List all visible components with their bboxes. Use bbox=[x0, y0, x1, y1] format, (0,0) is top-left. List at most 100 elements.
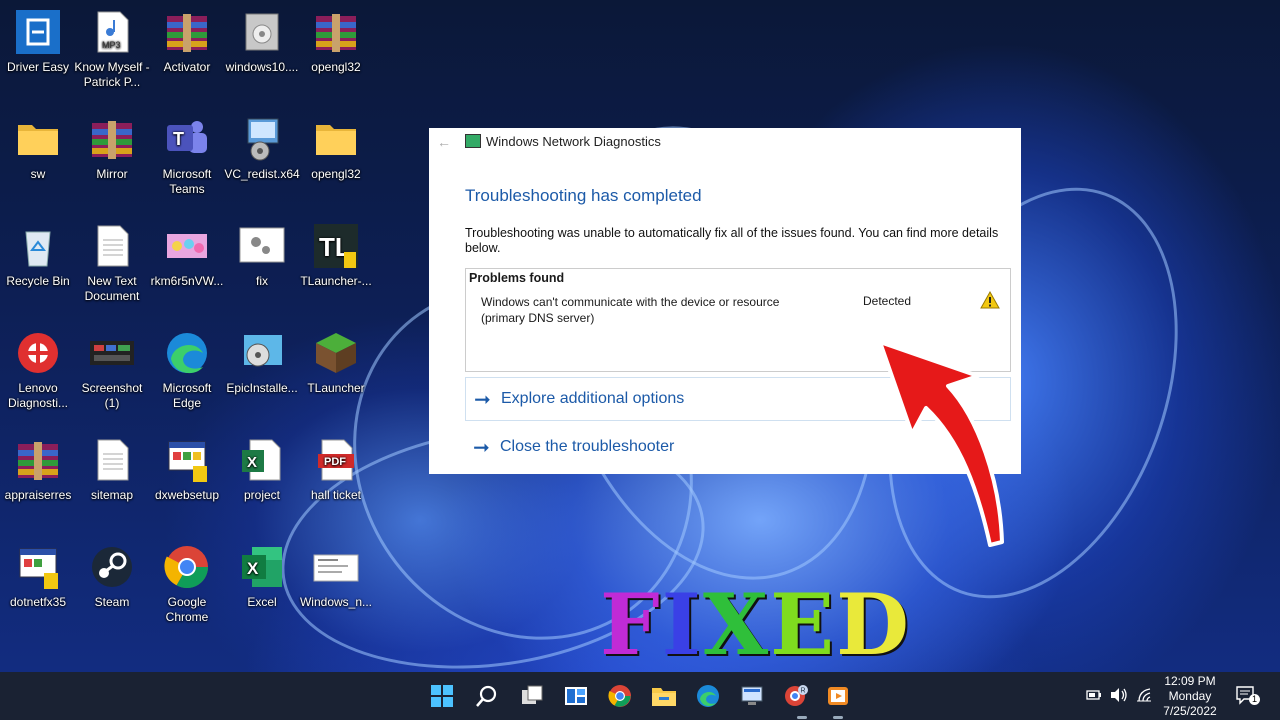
desktop-icon[interactable]: Microsoft Edge bbox=[149, 329, 225, 411]
svg-text:MP3: MP3 bbox=[102, 40, 121, 50]
wifi-icon[interactable] bbox=[1136, 687, 1152, 703]
taskbar-clock[interactable]: 12:09 PM Monday 7/25/2022 bbox=[1158, 674, 1222, 719]
edge-icon[interactable] bbox=[692, 680, 724, 712]
chrome-icon[interactable] bbox=[604, 680, 636, 712]
desktop-icon-label: dxwebsetup bbox=[154, 488, 220, 502]
desktop-icon[interactable]: opengl32 bbox=[298, 8, 374, 75]
desktop-icon[interactable]: sw bbox=[0, 115, 76, 182]
desktop-icon-label: project bbox=[243, 488, 281, 502]
running-indicator bbox=[797, 716, 807, 719]
desktop-icon[interactable]: dotnetfx35 bbox=[0, 543, 76, 610]
clock-day: Monday bbox=[1168, 689, 1212, 703]
desktop-icon[interactable]: Driver Easy bbox=[0, 8, 76, 75]
desktop-icon[interactable]: VC_redist.x64 bbox=[224, 115, 300, 182]
installer-icon bbox=[238, 8, 286, 56]
desktop-icon[interactable]: EpicInstalle... bbox=[224, 329, 300, 396]
desktop-icon[interactable]: Google Chrome bbox=[149, 543, 225, 625]
svg-text:PDF: PDF bbox=[324, 456, 346, 468]
desktop-icon[interactable]: rkm6r5nVW... bbox=[149, 222, 225, 289]
desktop-icon-label: sw bbox=[30, 167, 46, 181]
arrow-right-icon: ➞ bbox=[474, 389, 491, 411]
desktop-icon[interactable]: windows10.... bbox=[224, 8, 300, 75]
screenshot-file-icon bbox=[312, 543, 360, 591]
desktop-icon[interactable]: MP3 Know Myself - Patrick P... bbox=[74, 8, 150, 90]
network-diagnostics-app-icon bbox=[465, 134, 481, 148]
svg-text:X: X bbox=[247, 454, 257, 471]
fixed-letter: D bbox=[836, 575, 911, 674]
fixed-letter: E bbox=[770, 575, 837, 674]
desktop-icon[interactable]: Lenovo Diagnosti... bbox=[0, 329, 76, 411]
notification-count: 1 bbox=[1249, 694, 1260, 705]
desktop-icon-label: Mirror bbox=[96, 167, 128, 181]
edge-icon bbox=[163, 329, 211, 377]
widgets-icon[interactable] bbox=[560, 680, 592, 712]
desktop-icon-label: Steam bbox=[94, 595, 130, 609]
start-icon[interactable] bbox=[426, 680, 458, 712]
desktop-icon-label: Microsoft Edge bbox=[162, 381, 212, 410]
tlauncher-installer-icon: TL bbox=[312, 222, 360, 270]
desktop-icon[interactable]: TLauncher bbox=[298, 329, 374, 396]
network-diagnostics-icon[interactable] bbox=[736, 680, 768, 712]
desktop-icon-label: Activator bbox=[163, 60, 211, 74]
desktop-icon[interactable]: New Text Document bbox=[74, 222, 150, 304]
desktop-icon[interactable]: Activator bbox=[149, 8, 225, 75]
desktop-icon-label: New Text Document bbox=[84, 274, 140, 303]
problems-found-header: Problems found bbox=[469, 271, 565, 285]
excel-icon: X bbox=[238, 543, 286, 591]
desktop-icon[interactable]: opengl32 bbox=[298, 115, 374, 182]
pdf-file-icon: PDF bbox=[312, 436, 360, 484]
problem-description[interactable]: Windows can't communicate with the devic… bbox=[481, 294, 811, 326]
winrar-icon bbox=[163, 8, 211, 56]
desktop-icon-label: Know Myself - Patrick P... bbox=[74, 60, 150, 89]
desktop-icon[interactable]: dxwebsetup bbox=[149, 436, 225, 503]
red-pointer-arrow-icon bbox=[878, 340, 1004, 547]
desktop-icon-label: Lenovo Diagnosti... bbox=[7, 381, 69, 410]
desktop-icon[interactable]: Screenshot (1) bbox=[74, 329, 150, 411]
battery-icon[interactable] bbox=[1086, 689, 1102, 701]
chrome-profile-icon[interactable]: R bbox=[780, 680, 812, 712]
folder-icon bbox=[14, 115, 62, 163]
desktop-icon[interactable]: fix bbox=[224, 222, 300, 289]
desktop-icon-label: VC_redist.x64 bbox=[224, 167, 300, 181]
explore-additional-options-label: Explore additional options bbox=[501, 390, 685, 407]
fixed-overlay-text: FIXED bbox=[600, 580, 911, 670]
warning-icon bbox=[980, 291, 1000, 309]
svg-text:R: R bbox=[801, 688, 806, 695]
fixed-letter: F bbox=[600, 575, 662, 674]
desktop-icon-label: sitemap bbox=[90, 488, 134, 502]
image-file-icon bbox=[163, 222, 211, 270]
desktop-icon-label: windows10.... bbox=[225, 60, 299, 74]
chrome-icon bbox=[163, 543, 211, 591]
task-view-icon[interactable] bbox=[516, 680, 548, 712]
close-troubleshooter-label: Close the troubleshooter bbox=[500, 438, 675, 455]
desktop-icon[interactable]: appraiserres bbox=[0, 436, 76, 503]
svg-text:X: X bbox=[247, 559, 259, 578]
arrow-right-icon: ➞ bbox=[473, 437, 490, 459]
desktop-icon-label: opengl32 bbox=[311, 60, 361, 74]
file-explorer-icon[interactable] bbox=[648, 680, 680, 712]
desktop-icon[interactable]: X Excel bbox=[224, 543, 300, 610]
desktop-icon[interactable]: sitemap bbox=[74, 436, 150, 503]
setup-icon bbox=[238, 115, 286, 163]
clock-time: 12:09 PM bbox=[1164, 674, 1216, 688]
desktop-icon[interactable]: T Microsoft Teams bbox=[149, 115, 225, 197]
desktop-icon[interactable]: PDF hall ticket bbox=[298, 436, 374, 503]
dotnet-icon bbox=[14, 543, 62, 591]
desktop-icon[interactable]: Windows_n... bbox=[298, 543, 374, 610]
desktop-icon-label: rkm6r5nVW... bbox=[150, 274, 224, 288]
media-player-icon[interactable] bbox=[822, 680, 854, 712]
back-arrow-icon[interactable]: ← bbox=[437, 134, 451, 150]
notification-icon[interactable]: 1 bbox=[1236, 686, 1260, 706]
desktop-icon-label: TLauncher bbox=[307, 381, 365, 395]
screenshot-icon bbox=[88, 329, 136, 377]
desktop-icon[interactable]: Mirror bbox=[74, 115, 150, 182]
desktop-icon[interactable]: Xproject bbox=[224, 436, 300, 503]
desktop-icon-label: appraiserres bbox=[4, 488, 72, 502]
search-icon[interactable] bbox=[471, 680, 503, 712]
desktop-icon[interactable]: Recycle Bin bbox=[0, 222, 76, 289]
desktop-icon[interactable]: TL TLauncher-... bbox=[298, 222, 374, 289]
desktop-icon-label: Driver Easy bbox=[6, 60, 69, 74]
volume-icon[interactable] bbox=[1110, 687, 1128, 703]
desktop-icon[interactable]: Steam bbox=[74, 543, 150, 610]
svg-text:T: T bbox=[173, 129, 184, 149]
